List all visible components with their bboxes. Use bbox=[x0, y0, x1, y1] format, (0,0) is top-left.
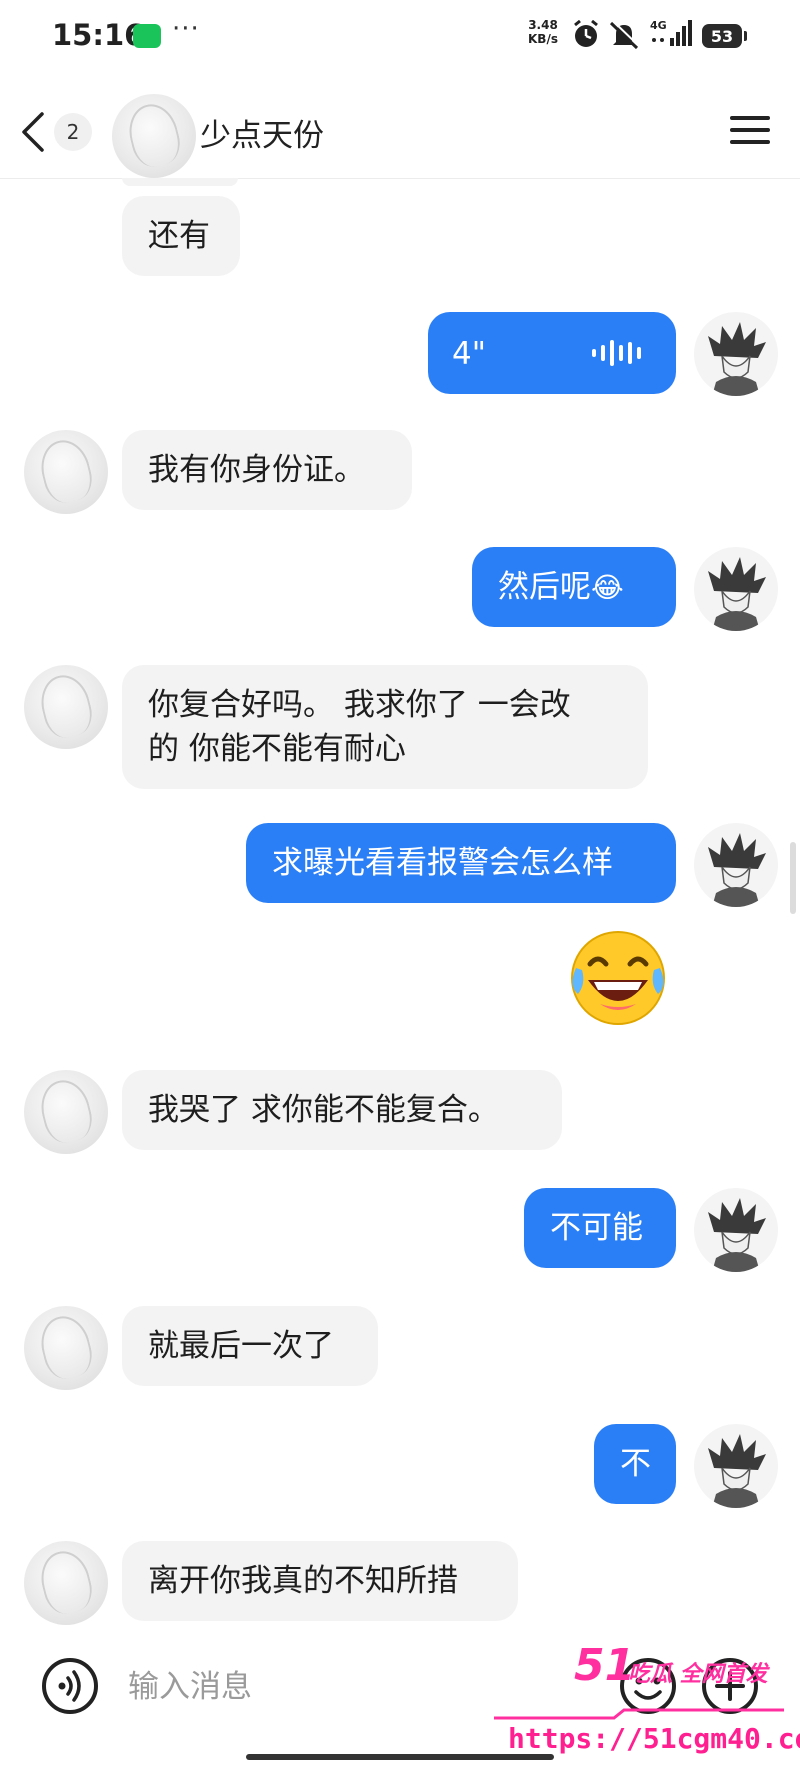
laughing-emoji-sticker[interactable] bbox=[566, 926, 670, 1030]
my-avatar[interactable] bbox=[694, 547, 778, 631]
message-text: 我有你身份证。 bbox=[148, 452, 365, 488]
contact-avatar[interactable] bbox=[24, 430, 108, 514]
message-incoming[interactable]: 我有你身份证。 bbox=[122, 430, 412, 510]
message-text: 就最后一次了 bbox=[148, 1328, 334, 1364]
message-incoming[interactable]: 就最后一次了 bbox=[122, 1306, 378, 1386]
watermark-slogan: 吃瓜 全网首发 bbox=[628, 1662, 768, 1687]
message-incoming[interactable]: 你复合好吗。 我求你了 一会改 的 你能不能有耐心 bbox=[122, 665, 648, 789]
menu-icon[interactable] bbox=[730, 114, 770, 146]
my-avatar[interactable] bbox=[694, 1424, 778, 1508]
my-avatar[interactable] bbox=[694, 312, 778, 396]
alarm-icon bbox=[574, 20, 598, 47]
clipped-bubble bbox=[122, 178, 238, 186]
laughing-emoji: 😂 bbox=[591, 571, 624, 604]
contact-avatar[interactable] bbox=[24, 665, 108, 749]
message-text: 求曝光看看报警会怎么样 bbox=[272, 845, 613, 881]
back-icon[interactable] bbox=[18, 110, 48, 154]
my-avatar-image bbox=[708, 833, 766, 907]
voice-wave-icon bbox=[592, 340, 641, 366]
network-speed-unit: KB/s bbox=[528, 32, 558, 46]
message-incoming[interactable]: 还有 bbox=[122, 196, 240, 276]
my-avatar-image bbox=[708, 1434, 766, 1508]
message-input[interactable] bbox=[126, 1662, 530, 1712]
scrollbar-thumb[interactable] bbox=[790, 842, 796, 914]
message-text: 不 bbox=[620, 1446, 651, 1482]
my-avatar-image bbox=[708, 1198, 766, 1272]
voice-input-icon[interactable] bbox=[40, 1656, 100, 1716]
message-text: 还有 bbox=[148, 218, 210, 254]
wechat-notification-icon bbox=[133, 24, 161, 48]
message-outgoing[interactable]: 求曝光看看报警会怎么样 bbox=[246, 823, 676, 903]
message-outgoing[interactable]: 不可能 bbox=[524, 1188, 676, 1268]
battery-indicator: 53 bbox=[702, 24, 747, 48]
status-time: 15:16 bbox=[52, 18, 145, 52]
message-incoming[interactable]: 离开你我真的不知所措 bbox=[122, 1541, 518, 1621]
chat-title: 少点天份 bbox=[200, 118, 324, 154]
watermark-line-icon bbox=[494, 1708, 784, 1720]
contact-avatar[interactable] bbox=[24, 1306, 108, 1390]
message-outgoing[interactable]: 然后呢😂 bbox=[472, 547, 676, 627]
my-avatar[interactable] bbox=[694, 823, 778, 907]
contact-avatar[interactable] bbox=[112, 94, 196, 178]
contact-avatar[interactable] bbox=[24, 1070, 108, 1154]
watermark-url: https://51cgm40.com bbox=[508, 1722, 800, 1755]
message-text: 离开你我真的不知所措 bbox=[148, 1563, 458, 1599]
network-speed: 3.48 KB/s bbox=[528, 18, 558, 46]
mute-icon bbox=[609, 20, 640, 50]
message-outgoing[interactable]: 不 bbox=[594, 1424, 676, 1504]
message-text-line: 你复合好吗。 我求你了 一会改 bbox=[148, 687, 571, 723]
more-notifications-icon: ··· bbox=[172, 14, 200, 44]
message-text: 不可能 bbox=[550, 1210, 643, 1246]
my-avatar-image bbox=[708, 557, 766, 631]
network-speed-value: 3.48 bbox=[528, 18, 558, 32]
message-text: 我哭了 求你能不能复合。 bbox=[148, 1092, 499, 1128]
message-text: 然后呢 bbox=[498, 569, 591, 605]
signal-icon: 4G bbox=[650, 19, 692, 46]
my-avatar-image bbox=[708, 322, 766, 396]
home-indicator[interactable] bbox=[246, 1754, 554, 1760]
network-type: 4G bbox=[650, 19, 667, 32]
contact-avatar[interactable] bbox=[24, 1541, 108, 1625]
unread-count-badge[interactable]: 2 bbox=[54, 113, 92, 151]
message-incoming[interactable]: 我哭了 求你能不能复合。 bbox=[122, 1070, 562, 1150]
voice-duration: 4" bbox=[452, 336, 486, 372]
message-text-line: 的 你能不能有耐心 bbox=[148, 731, 406, 767]
watermark-logo: 51 bbox=[574, 1640, 636, 1691]
my-avatar[interactable] bbox=[694, 1188, 778, 1272]
